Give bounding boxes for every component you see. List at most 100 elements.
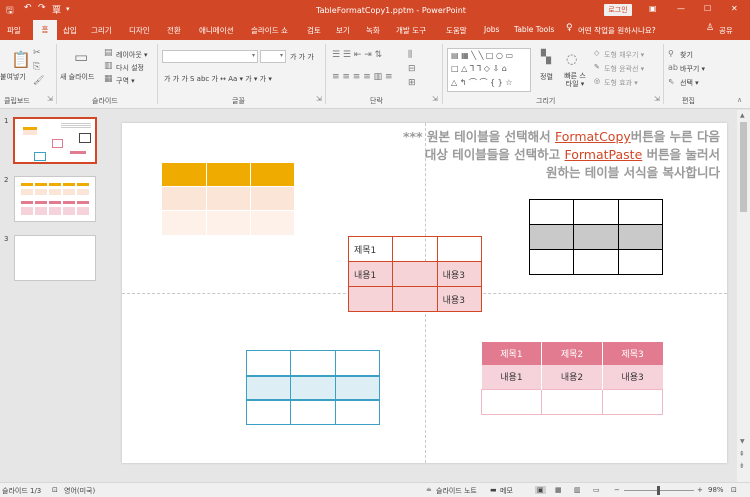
paragraph-launcher-icon[interactable]: ⇲ (432, 95, 438, 103)
table-cell[interactable] (573, 199, 619, 225)
table-cell[interactable] (334, 350, 381, 376)
table-cell[interactable] (541, 388, 603, 415)
table-cell[interactable] (528, 249, 575, 275)
table-cell[interactable] (392, 236, 438, 262)
table-cell[interactable] (290, 374, 336, 400)
align-text-icon[interactable]: ⊟ (408, 64, 416, 74)
slide-thumbnail-3[interactable] (14, 235, 96, 281)
slide-thumbnail-2[interactable] (14, 176, 96, 222)
reading-view-icon[interactable]: ▥ (574, 486, 581, 494)
customize-qa-icon[interactable]: 覃 (52, 3, 61, 16)
shape-effects-button[interactable]: 도형 효과 ▾ (604, 78, 638, 88)
orange-table[interactable] (162, 163, 294, 235)
zoom-out-icon[interactable]: − (614, 486, 620, 494)
font-size-buttons[interactable]: 가 가 가 (290, 52, 314, 62)
clipboard-launcher-icon[interactable]: ⇲ (47, 95, 53, 103)
close-icon[interactable]: ✕ (731, 4, 738, 13)
maximize-icon[interactable]: ☐ (704, 4, 711, 13)
table-cell[interactable] (528, 224, 575, 250)
slide-sorter-icon[interactable]: ▦ (555, 486, 562, 494)
table-cell[interactable] (245, 374, 292, 400)
next-slide-icon[interactable]: ⇟ (739, 462, 745, 470)
text-direction-icon[interactable]: ⫼ (408, 50, 412, 60)
layout-button[interactable]: 레이아웃 ▾ (116, 50, 148, 60)
table-cell[interactable] (528, 199, 575, 225)
table-cell[interactable]: 제목1 (347, 236, 394, 262)
tab-draw[interactable]: 그리기 (91, 25, 112, 36)
table-cell[interactable] (290, 398, 336, 425)
table-header-cell[interactable]: 제목2 (541, 342, 603, 365)
table-cell[interactable]: 내용3 (436, 286, 483, 312)
scroll-thumb[interactable] (740, 122, 747, 212)
table-cell[interactable]: 내용3 (602, 365, 662, 389)
shape-outline-button[interactable]: 도형 윤곽선 ▾ (604, 64, 644, 74)
previous-slide-icon[interactable]: ⇞ (739, 450, 745, 458)
center-table[interactable]: 제목1 내용1 내용3 내용3 (347, 236, 483, 312)
table-cell[interactable] (162, 209, 207, 235)
tab-animations[interactable]: 애니메이션 (199, 25, 234, 36)
tab-developer[interactable]: 개발 도구 (396, 25, 426, 36)
table-cell[interactable] (162, 185, 207, 210)
table-cell[interactable] (617, 224, 664, 250)
table-cell[interactable] (573, 224, 619, 250)
search-icon[interactable]: ⚲ (668, 49, 674, 58)
tab-transitions[interactable]: 전환 (167, 25, 181, 36)
scroll-down-icon[interactable]: ▼ (740, 438, 745, 445)
table-cell[interactable] (206, 185, 251, 210)
section-icon[interactable]: ▦ (104, 74, 113, 84)
replace-icon[interactable]: ab (668, 63, 678, 72)
redo-icon[interactable]: ↷ (38, 3, 46, 13)
table-cell[interactable]: 내용3 (436, 261, 483, 287)
arrange-button[interactable]: 정렬 (540, 72, 553, 82)
comments-button[interactable]: 메모 (500, 486, 513, 496)
chevron-down-icon[interactable]: ▾ (280, 52, 283, 59)
reset-icon[interactable]: ▥ (104, 61, 113, 71)
minimize-icon[interactable]: — (677, 4, 685, 13)
smartart-icon[interactable]: ⊞ (408, 78, 416, 88)
zoom-level[interactable]: 98% (708, 486, 724, 494)
table-cell[interactable] (334, 398, 381, 425)
slideshow-view-icon[interactable]: ▭ (593, 486, 600, 494)
table-cell[interactable] (392, 286, 438, 312)
share-button[interactable]: 공유 (719, 25, 733, 36)
copy-icon[interactable]: ⎘ (33, 62, 40, 72)
shape-fill-icon[interactable]: ◇ (594, 49, 599, 57)
table-cell[interactable] (245, 398, 292, 425)
save-icon[interactable]: 🖫 (6, 3, 14, 19)
tab-help[interactable]: 도움말 (446, 25, 467, 36)
font-format-buttons[interactable]: 가 가 가 S abc 가 ↔ Aa ▾ 가 ▾ 가 ▾ (164, 74, 272, 84)
tab-home[interactable]: 홈 (33, 20, 57, 40)
spellcheck-icon[interactable]: ⊡ (52, 486, 58, 494)
scroll-up-icon[interactable]: ▲ (740, 112, 745, 119)
qa-dropdown-icon[interactable]: ▾ (66, 5, 70, 13)
drawing-launcher-icon[interactable]: ⇲ (654, 95, 660, 103)
select-button[interactable]: 선택 ▾ (680, 78, 699, 88)
quick-styles-button[interactable]: 빠른 스타일 ▾ (562, 72, 588, 88)
tab-file[interactable]: 파일 (7, 25, 21, 36)
table-cell[interactable]: 내용2 (541, 365, 603, 389)
table-cell[interactable] (617, 249, 664, 275)
black-table[interactable] (528, 199, 664, 275)
shapes-gallery[interactable]: ▤ ▦ ╲ ╲ □ ○ ▭ □ △ ⅂ ⅂ ◇ ⇩ ⌂ △ ↰ ⌒ ⌒ { } … (447, 48, 531, 92)
table-cell[interactable] (250, 185, 294, 210)
table-cell[interactable] (250, 163, 294, 186)
find-button[interactable]: 찾기 (680, 50, 693, 60)
shape-effects-icon[interactable]: ◎ (594, 77, 600, 85)
paste-button-label[interactable]: 붙여넣기 (0, 72, 26, 82)
login-button[interactable]: 로그인 (604, 4, 632, 16)
tab-jobs[interactable]: Jobs (484, 25, 499, 34)
layout-icon[interactable]: ▤ (104, 48, 113, 58)
table-cell[interactable] (206, 163, 251, 186)
tab-table-tools[interactable]: Table Tools (514, 25, 554, 34)
table-cell[interactable] (347, 286, 394, 312)
paste-icon[interactable]: 📋 (11, 50, 31, 69)
table-cell[interactable] (290, 350, 336, 376)
tab-design[interactable]: 디자인 (129, 25, 150, 36)
new-slide-icon[interactable]: ▭ (74, 48, 88, 66)
table-cell[interactable] (334, 374, 381, 400)
table-cell[interactable]: 내용1 (481, 365, 543, 389)
cursor-icon[interactable]: ⇖ (668, 77, 675, 86)
table-cell[interactable]: 내용1 (347, 261, 394, 287)
tab-view[interactable]: 보기 (336, 25, 350, 36)
language-indicator[interactable]: 영어(미국) (64, 486, 95, 496)
